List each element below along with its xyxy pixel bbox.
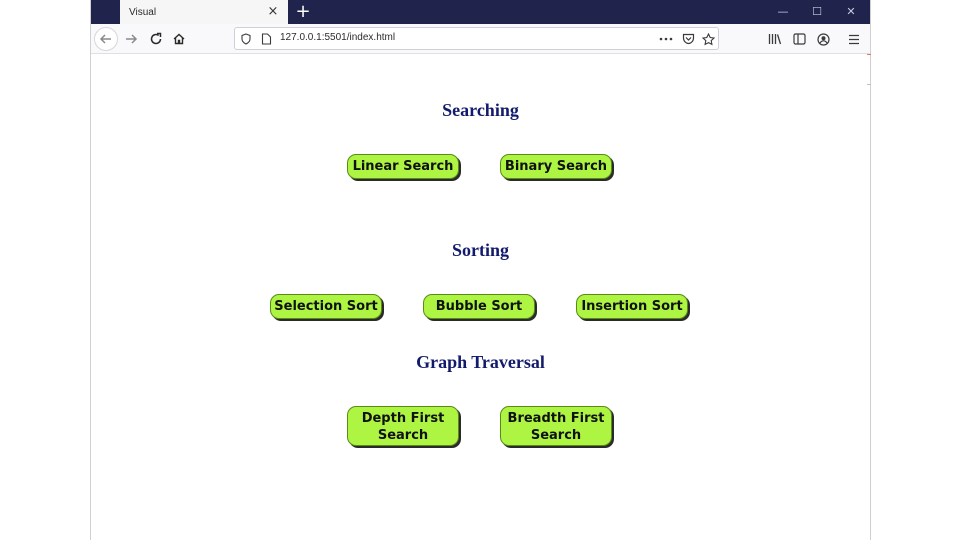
selection-sort-button[interactable]: Selection Sort [270,294,382,319]
navigation-toolbar: 127.0.0.1:5501/index.html [91,24,870,54]
heading-sorting: Sorting [451,240,509,260]
heading-graph-traversal: Graph Traversal [416,352,545,372]
reload-icon [150,32,162,45]
breadth-first-search-button[interactable]: Breadth First Search [500,406,612,446]
shield-icon[interactable] [239,32,253,46]
reload-button[interactable] [144,27,168,51]
tab-close-icon[interactable]: × [266,5,280,19]
account-button[interactable] [811,27,835,51]
linear-search-button[interactable]: Linear Search [347,154,459,179]
page-icon[interactable] [259,32,273,46]
menu-button[interactable] [842,27,866,51]
forward-button[interactable] [119,27,143,51]
library-icon [768,34,782,45]
tab-bar: Visual × + — ☐ ✕ [91,0,870,24]
binary-search-button[interactable]: Binary Search [500,154,612,179]
account-icon [816,32,830,46]
back-button[interactable] [94,27,118,51]
tab-visual[interactable]: Visual × [120,0,288,24]
heading-searching: Searching [442,100,519,120]
sidebar-icon [792,33,806,45]
maximize-button[interactable]: ☐ [800,0,834,24]
url-bar[interactable]: 127.0.0.1:5501/index.html [234,27,719,50]
sidebar-button[interactable] [787,27,811,51]
tab-title: Visual [129,6,157,18]
browser-window: Visual × + — ☐ ✕ 127.0.0.1:5501/index.ht… [90,0,871,540]
home-button[interactable] [167,27,191,51]
home-icon [173,33,185,45]
depth-first-search-button[interactable]: Depth First Search [347,406,459,446]
edge-accent-secondary [867,84,871,85]
library-button[interactable] [763,27,787,51]
minimize-button[interactable]: — [766,0,800,24]
new-tab-button[interactable]: + [293,2,313,22]
close-window-button[interactable]: ✕ [834,0,868,24]
back-arrow-icon [99,34,111,44]
forward-arrow-icon [126,34,138,44]
insertion-sort-button[interactable]: Insertion Sort [576,294,688,319]
hamburger-menu-icon [849,34,859,44]
bookmark-star-icon[interactable] [701,32,715,46]
bubble-sort-button[interactable]: Bubble Sort [423,294,535,319]
pocket-icon[interactable] [681,32,695,46]
more-actions-icon[interactable] [659,32,673,46]
url-text[interactable]: 127.0.0.1:5501/index.html [280,32,395,43]
page-content: Searching Linear Search Binary Search So… [91,55,870,540]
edge-accent [867,54,871,55]
